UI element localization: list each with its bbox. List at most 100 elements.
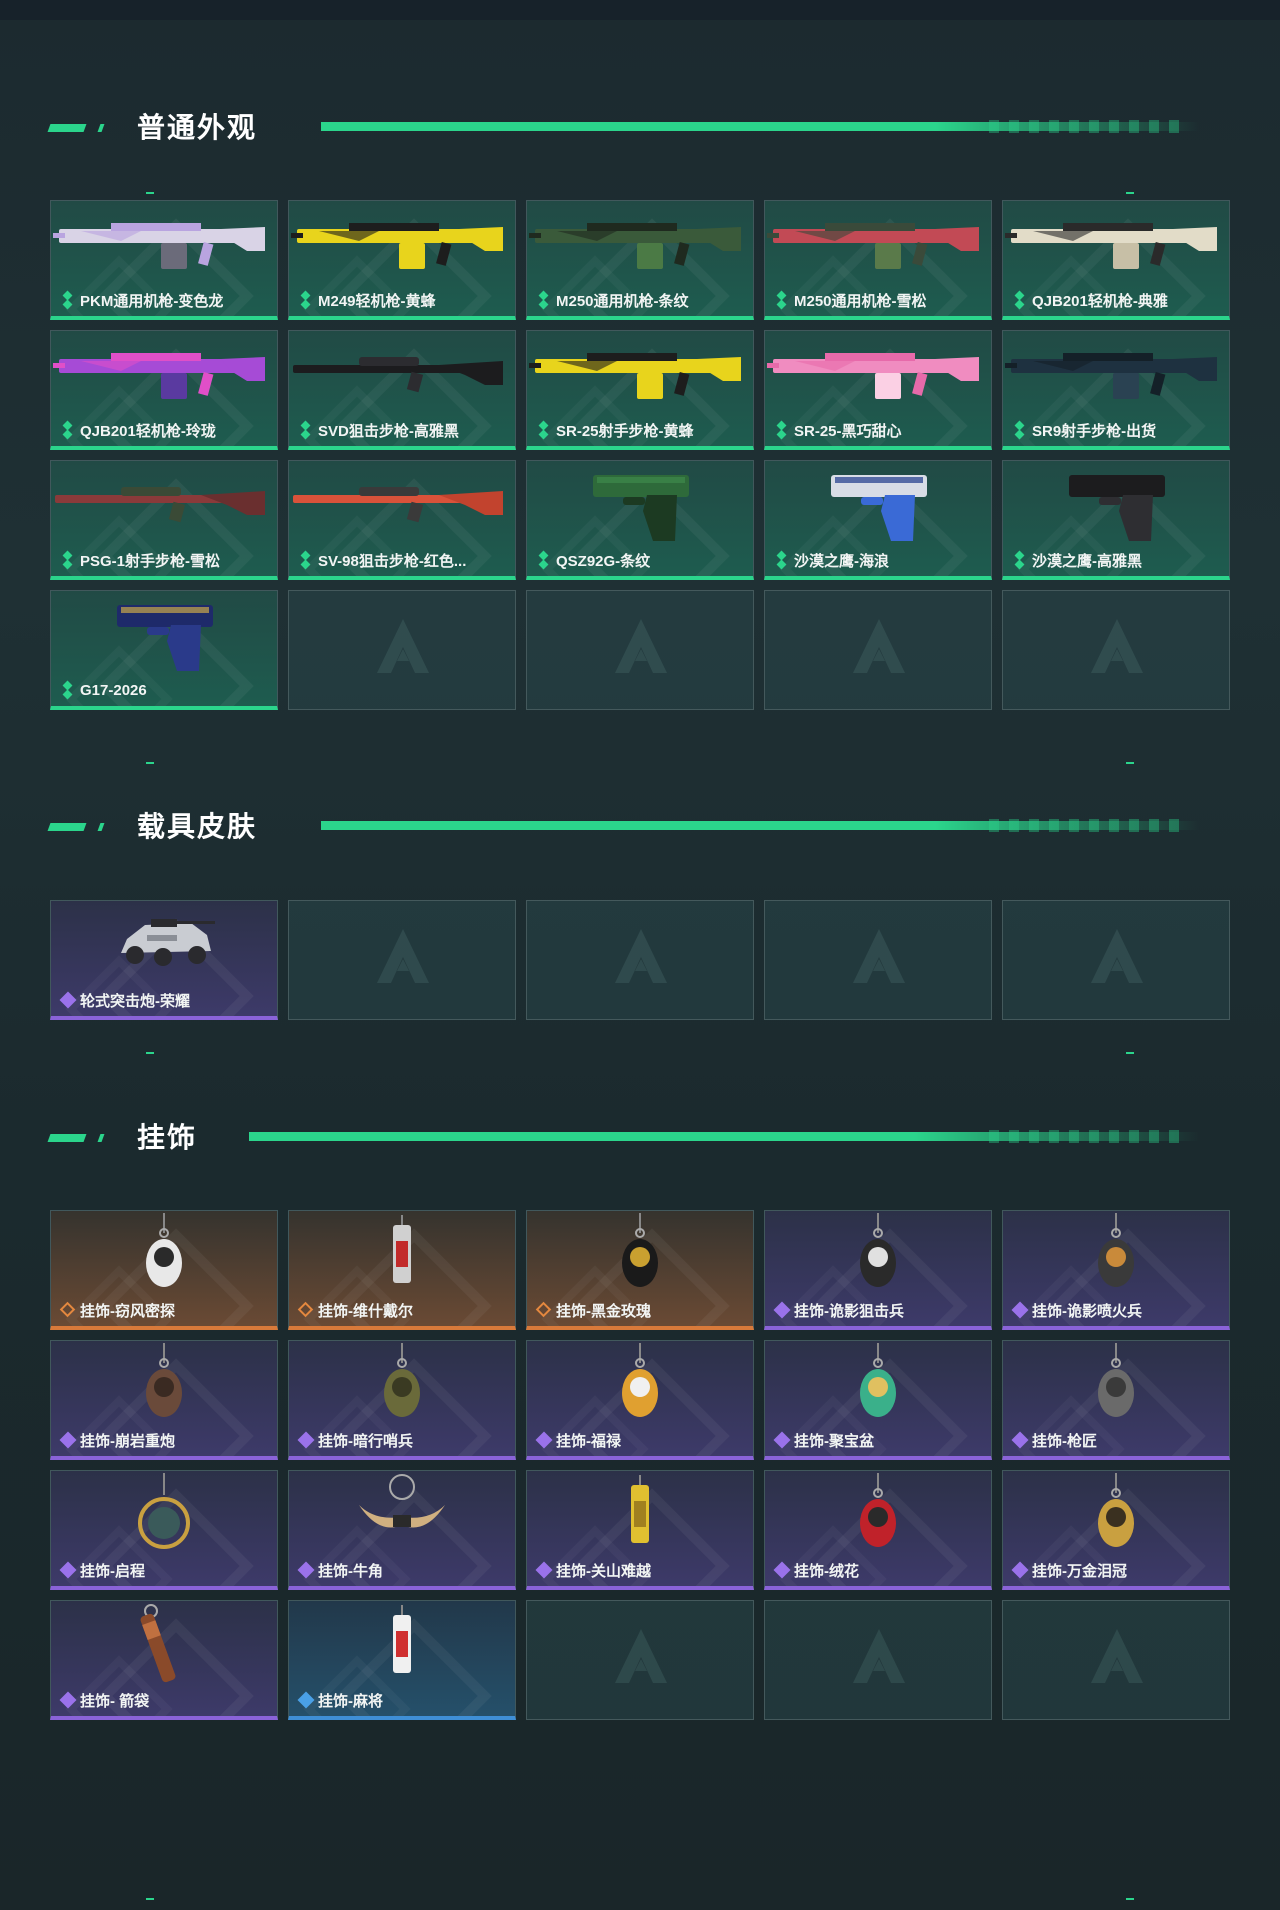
empty-slot xyxy=(526,1600,754,1720)
sniper-image xyxy=(293,357,503,393)
weapon-skin-card[interactable]: PSG-1射手步枪-雪松 xyxy=(50,460,278,580)
weapon-skin-card[interactable]: SV-98狙击步枪-红色... xyxy=(288,460,516,580)
charm-card[interactable]: 挂饰-麻将 xyxy=(288,1600,516,1720)
weapon-skin-card[interactable]: SR9射手步枪-出货 xyxy=(1002,330,1230,450)
corner-tick xyxy=(1126,192,1134,194)
placeholder-logo-icon xyxy=(615,929,667,983)
weapon-skin-card[interactable]: G17-2026 xyxy=(50,590,278,710)
item-name: QJB201轻机枪-典雅 xyxy=(1032,292,1168,310)
charm-card[interactable]: 挂饰-福禄 xyxy=(526,1340,754,1460)
rarity-diamond-icon xyxy=(1013,420,1027,440)
weapon-skin-card[interactable]: SR-25-黑巧甜心 xyxy=(764,330,992,450)
pistol-image xyxy=(593,475,689,541)
card-label: 沙漠之鹰-海浪 xyxy=(775,550,985,570)
charm-card[interactable]: 挂饰-暗行哨兵 xyxy=(288,1340,516,1460)
pistol-image xyxy=(117,605,213,671)
charm-card[interactable]: 挂饰-聚宝盆 xyxy=(764,1340,992,1460)
rarity-diamond-icon xyxy=(299,290,313,310)
weapon-skin-card[interactable]: QJB201轻机枪-玲珑 xyxy=(50,330,278,450)
charm-card[interactable]: 挂饰-枪匠 xyxy=(1002,1340,1230,1460)
item-name: PSG-1射手步枪-雪松 xyxy=(80,552,221,570)
item-name: 挂饰-福禄 xyxy=(556,1432,621,1450)
header-mark xyxy=(97,1134,105,1142)
weapon-skin-card[interactable]: M250通用机枪-条纹 xyxy=(526,200,754,320)
charm-image xyxy=(860,1213,896,1287)
weapon-skin-card[interactable]: QSZ92G-条纹 xyxy=(526,460,754,580)
rarity-diamond-icon xyxy=(299,420,313,440)
rarity-diamond-icon xyxy=(297,1561,315,1579)
weapon-skin-card[interactable]: 沙漠之鹰-海浪 xyxy=(764,460,992,580)
card-label: 沙漠之鹰-高雅黑 xyxy=(1013,550,1223,570)
rarity-diamond-icon xyxy=(59,991,77,1009)
header-checker xyxy=(989,1130,1189,1143)
corner-tick xyxy=(146,762,154,764)
item-name: 挂饰-万金泪冠 xyxy=(1032,1562,1127,1580)
weapon-skin-card[interactable]: QJB201轻机枪-典雅 xyxy=(1002,200,1230,320)
charm-image xyxy=(860,1473,896,1547)
item-image xyxy=(51,1211,277,1297)
empty-slot xyxy=(1002,900,1230,1020)
item-image xyxy=(765,331,991,417)
item-name: SR-25射手步枪-黄蜂 xyxy=(556,422,694,440)
weapon-skin-card[interactable]: PKM通用机枪-变色龙 xyxy=(50,200,278,320)
placeholder-logo-icon xyxy=(1091,1629,1143,1683)
empty-slot xyxy=(288,900,516,1020)
weapon-skin-card[interactable]: 沙漠之鹰-高雅黑 xyxy=(1002,460,1230,580)
weapon-skin-card[interactable]: M249轻机枪-黄蜂 xyxy=(288,200,516,320)
item-image xyxy=(289,1471,515,1557)
charm-card[interactable]: 挂饰-万金泪冠 xyxy=(1002,1470,1230,1590)
item-name: QSZ92G-条纹 xyxy=(556,552,651,570)
charm-card[interactable]: 挂饰-绒花 xyxy=(764,1470,992,1590)
placeholder-logo-icon xyxy=(615,1629,667,1683)
charm-image xyxy=(140,1604,176,1683)
weapon-skin-card[interactable]: SR-25射手步枪-黄蜂 xyxy=(526,330,754,450)
section-title: 挂饰 xyxy=(137,1122,198,1153)
rarity-diamond-icon xyxy=(773,1561,791,1579)
item-image xyxy=(765,1211,991,1297)
item-name: M250通用机枪-雪松 xyxy=(794,292,927,310)
charm-card[interactable]: 挂饰-黑金玫瑰 xyxy=(526,1210,754,1330)
rifle-image xyxy=(767,353,979,399)
placeholder-logo-icon xyxy=(1091,619,1143,673)
rarity-diamond-icon xyxy=(1011,1301,1029,1319)
rarity-diamond-icon xyxy=(775,550,789,570)
charm-card[interactable]: 挂饰-崩岩重炮 xyxy=(50,1340,278,1460)
rarity-diamond-icon xyxy=(535,1301,552,1319)
item-image xyxy=(765,1341,991,1427)
item-image xyxy=(51,901,277,987)
charm-image xyxy=(631,1475,649,1543)
vehicle-image xyxy=(121,919,215,966)
vehicle-skin-grid: 轮式突击炮-荣耀 xyxy=(50,900,1230,1020)
header-mark xyxy=(97,823,105,831)
item-image xyxy=(51,461,277,547)
item-name: PKM通用机枪-变色龙 xyxy=(80,292,224,310)
rifle-image xyxy=(53,223,265,269)
charm-card[interactable]: 挂饰-诡影狙击兵 xyxy=(764,1210,992,1330)
rarity-diamond-icon xyxy=(61,680,75,700)
weapon-skin-card[interactable]: M250通用机枪-雪松 xyxy=(764,200,992,320)
item-image xyxy=(289,331,515,417)
charm-image xyxy=(138,1473,190,1549)
empty-slot xyxy=(1002,1600,1230,1720)
rarity-diamond-icon xyxy=(297,1431,315,1449)
charm-card[interactable]: 挂饰-牛角 xyxy=(288,1470,516,1590)
charm-image xyxy=(622,1213,658,1287)
rifle-image xyxy=(291,223,503,269)
charm-card[interactable]: 挂饰-维什戴尔 xyxy=(288,1210,516,1330)
placeholder-logo-icon xyxy=(853,1629,905,1683)
weapon-skin-card[interactable]: SVD狙击步枪-高雅黑 xyxy=(288,330,516,450)
card-label: 挂饰-绒花 xyxy=(773,1560,985,1580)
item-image xyxy=(51,1341,277,1427)
charm-card[interactable]: 挂饰- 箭袋 xyxy=(50,1600,278,1720)
charm-card[interactable]: 挂饰-关山难越 xyxy=(526,1470,754,1590)
card-label: QJB201轻机枪-典雅 xyxy=(1013,290,1223,310)
charm-card[interactable]: 挂饰-窃风密探 xyxy=(50,1210,278,1330)
sniper-image xyxy=(55,487,265,523)
rarity-diamond-icon xyxy=(61,420,75,440)
charm-card[interactable]: 挂饰-启程 xyxy=(50,1470,278,1590)
charm-card[interactable]: 挂饰-诡影喷火兵 xyxy=(1002,1210,1230,1330)
vehicle-skin-card[interactable]: 轮式突击炮-荣耀 xyxy=(50,900,278,1020)
item-image xyxy=(527,331,753,417)
charm-image xyxy=(1098,1213,1134,1287)
card-label: SR9射手步枪-出货 xyxy=(1013,420,1223,440)
